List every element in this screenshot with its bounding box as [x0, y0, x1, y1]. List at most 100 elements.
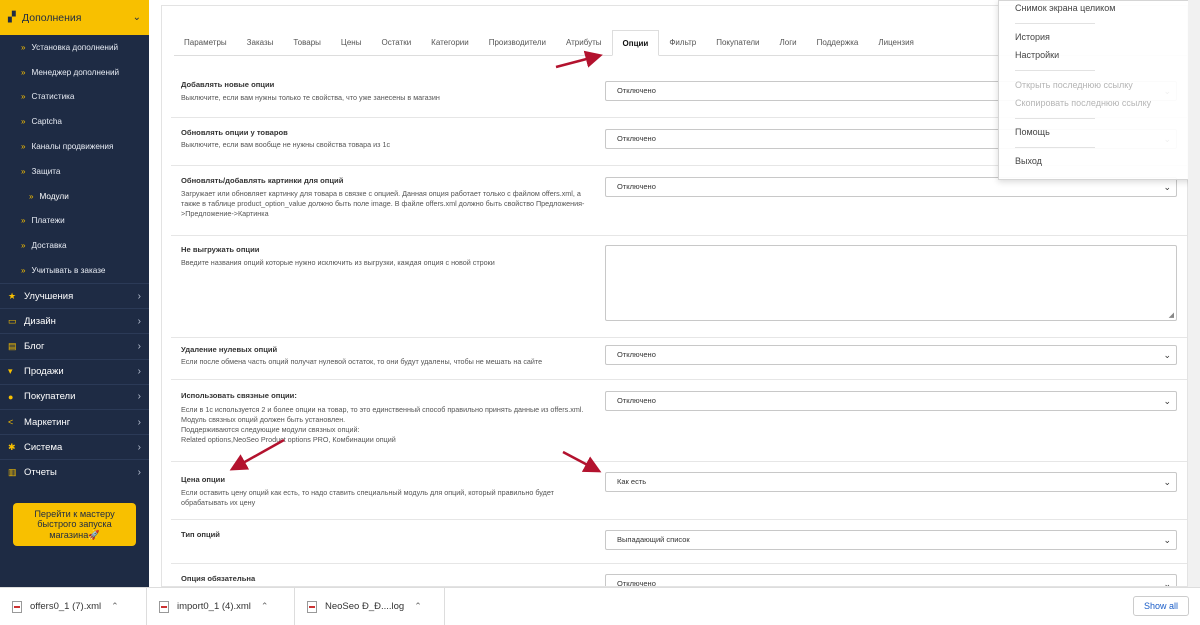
setting-row-option-price: Цена опции Если оставить цену опций как …	[171, 462, 1187, 520]
menu-item-settings[interactable]: Настройки	[1015, 50, 1059, 60]
exclude-options-textarea[interactable]: ◢	[605, 245, 1177, 321]
chevron-down-icon: ⌄	[1163, 350, 1171, 360]
sidebar-subitem-channels[interactable]: » Каналы продвижения	[0, 134, 149, 159]
sidebar-subitem-label: Установка дополнений	[31, 42, 119, 52]
setting-title: Обновлять/добавлять картинки для опций	[181, 176, 344, 185]
sidebar-item-label: Система	[24, 441, 63, 453]
sidebar-subitem-stats[interactable]: » Статистика	[0, 85, 149, 110]
tab-logs[interactable]: Логи	[770, 30, 807, 55]
chevron-up-icon[interactable]: ⌃	[261, 601, 269, 612]
download-filename: import0_1 (4).xml	[177, 601, 251, 612]
delete-zero-options-select[interactable]: Отключено ⌄	[605, 345, 1177, 365]
option-type-select[interactable]: Выпадающий список ⌄	[605, 530, 1177, 550]
chevron-down-icon: ⌄	[1163, 182, 1171, 192]
setting-description: Загружает или обновляет картинку для тов…	[181, 189, 585, 218]
sidebar: ▞ Дополнения ⌄ » Установка дополнений » Ме…	[0, 0, 149, 587]
chevron-down-icon: ⌄	[1163, 396, 1171, 406]
tab-license[interactable]: Лицензия	[868, 30, 924, 55]
menu-item-full-screenshot[interactable]: Снимок экрана целиком	[1015, 3, 1115, 13]
setting-description: Если оставить цену опций как есть, то на…	[181, 488, 554, 507]
select-value: Отключено	[617, 134, 656, 143]
sidebar-subitem-label: Доставка	[31, 241, 67, 251]
sidebar-subitem-order-totals[interactable]: » Учитывать в заказе	[0, 258, 149, 283]
sidebar-subitem-captcha[interactable]: » Captcha	[0, 109, 149, 134]
option-price-select[interactable]: Как есть ⌄	[605, 472, 1177, 492]
sidebar-subitem-modules[interactable]: » Модули	[0, 184, 149, 209]
tab-parameters[interactable]: Параметры	[174, 30, 237, 55]
sidebar-item-label: Отчеты	[24, 466, 57, 478]
double-arrow-icon: »	[21, 67, 26, 77]
download-item[interactable]: offers0_1 (7).xml ⌃	[0, 588, 147, 625]
setting-title: Использовать связные опции:	[181, 391, 297, 400]
sidebar-subitem-label: Платежи	[31, 216, 65, 226]
tab-orders[interactable]: Заказы	[237, 30, 284, 55]
chevron-down-icon: ⌄	[1163, 535, 1171, 545]
tab-filter[interactable]: Фильтр	[659, 30, 706, 55]
sidebar-item-sales[interactable]: ▾ Продажи ›	[0, 358, 149, 384]
option-required-select[interactable]: Отключено ⌄	[605, 574, 1177, 586]
setting-title: Тип опций	[181, 530, 220, 539]
menu-divider	[1015, 147, 1095, 148]
sidebar-item-marketing[interactable]: < Маркетинг ›	[0, 408, 149, 434]
tab-categories[interactable]: Категории	[421, 30, 479, 55]
share-icon: <	[8, 417, 14, 427]
sidebar-item-customers[interactable]: ● Покупатели ›	[0, 383, 149, 409]
chevron-down-icon: ⌄	[132, 12, 141, 23]
download-item[interactable]: import0_1 (4).xml ⌃	[147, 588, 295, 625]
tab-customers[interactable]: Покупатели	[706, 30, 769, 55]
chevron-right-icon: ›	[137, 340, 141, 352]
sidebar-item-blog[interactable]: ▤ Блог ›	[0, 333, 149, 358]
setting-title: Опция обязательна	[181, 574, 256, 583]
tab-support[interactable]: Поддержка	[807, 30, 869, 55]
gear-icon: ✱	[8, 441, 16, 452]
sidebar-subitem-label: Учитывать в заказе	[31, 266, 106, 276]
show-all-downloads-button[interactable]: Show all	[1132, 596, 1189, 616]
sidebar-subitem-label: Защита	[31, 166, 61, 176]
sidebar-item-label: Продажи	[24, 366, 64, 378]
sidebar-item-system[interactable]: ✱ Система ›	[0, 434, 149, 459]
setting-row-option-type: Тип опций Выпадающий список ⌄	[171, 520, 1187, 564]
sidebar-subitem-shipping[interactable]: » Доставка	[0, 233, 149, 258]
option-images-select[interactable]: Отключено ⌄	[605, 177, 1177, 197]
sidebar-subitem-manager[interactable]: » Менеджер дополнений	[0, 60, 149, 85]
chevron-right-icon: ›	[137, 391, 141, 403]
setting-row-option-required: Опция обязательна Отключено ⌄	[171, 564, 1187, 586]
sidebar-item-reports[interactable]: ▥ Отчеты ›	[0, 459, 149, 484]
sidebar-item-extensions[interactable]: ▞ Дополнения ⌄	[0, 0, 149, 35]
book-icon: ▤	[8, 340, 17, 351]
sidebar-subitem-payments[interactable]: » Платежи	[0, 209, 149, 234]
sidebar-item-improvements[interactable]: ★ Улучшения ›	[0, 282, 149, 308]
sidebar-subitem-install[interactable]: » Установка дополнений	[0, 35, 149, 60]
tab-products[interactable]: Товары	[283, 30, 331, 55]
chevron-up-icon[interactable]: ⌃	[111, 601, 119, 612]
menu-item-help[interactable]: Помощь	[1015, 127, 1050, 137]
tab-attributes[interactable]: Атрибуты	[556, 30, 612, 55]
page-scrollbar[interactable]	[1188, 0, 1200, 587]
monitor-icon: ▭	[8, 315, 17, 326]
puzzle-icon: ▞	[8, 12, 16, 23]
chevron-right-icon: ›	[137, 366, 141, 378]
download-item[interactable]: NeoSeo Ð_Ð....log ⌃	[295, 588, 445, 625]
double-arrow-icon: »	[21, 42, 26, 52]
sidebar-subitem-security[interactable]: » Защита	[0, 159, 149, 184]
quick-start-wizard-button[interactable]: Перейти к мастеру быстрого запуска магаз…	[13, 503, 136, 546]
menu-item-exit[interactable]: Выход	[1015, 156, 1042, 166]
select-value: Отключено	[617, 396, 656, 405]
resize-grip-icon[interactable]: ◢	[1169, 311, 1174, 319]
menu-item-history[interactable]: История	[1015, 32, 1050, 42]
double-arrow-icon: »	[21, 117, 26, 127]
chevron-up-icon[interactable]: ⌃	[414, 601, 422, 612]
sidebar-subitem-label: Менеджер дополнений	[31, 67, 120, 77]
select-value: Отключено	[617, 86, 656, 95]
related-options-select[interactable]: Отключено ⌄	[605, 391, 1177, 411]
tab-stock[interactable]: Остатки	[371, 30, 421, 55]
chevron-right-icon: ›	[137, 466, 141, 478]
tab-options[interactable]: Опции	[611, 30, 660, 56]
file-log-icon	[307, 600, 317, 613]
sidebar-item-design[interactable]: ▭ Дизайн ›	[0, 308, 149, 333]
file-xml-icon	[159, 600, 169, 613]
tab-prices[interactable]: Цены	[331, 30, 372, 55]
tab-manufacturers[interactable]: Производители	[479, 30, 556, 55]
sidebar-item-label: Дизайн	[24, 315, 56, 327]
setting-title: Не выгружать опции	[181, 245, 260, 254]
